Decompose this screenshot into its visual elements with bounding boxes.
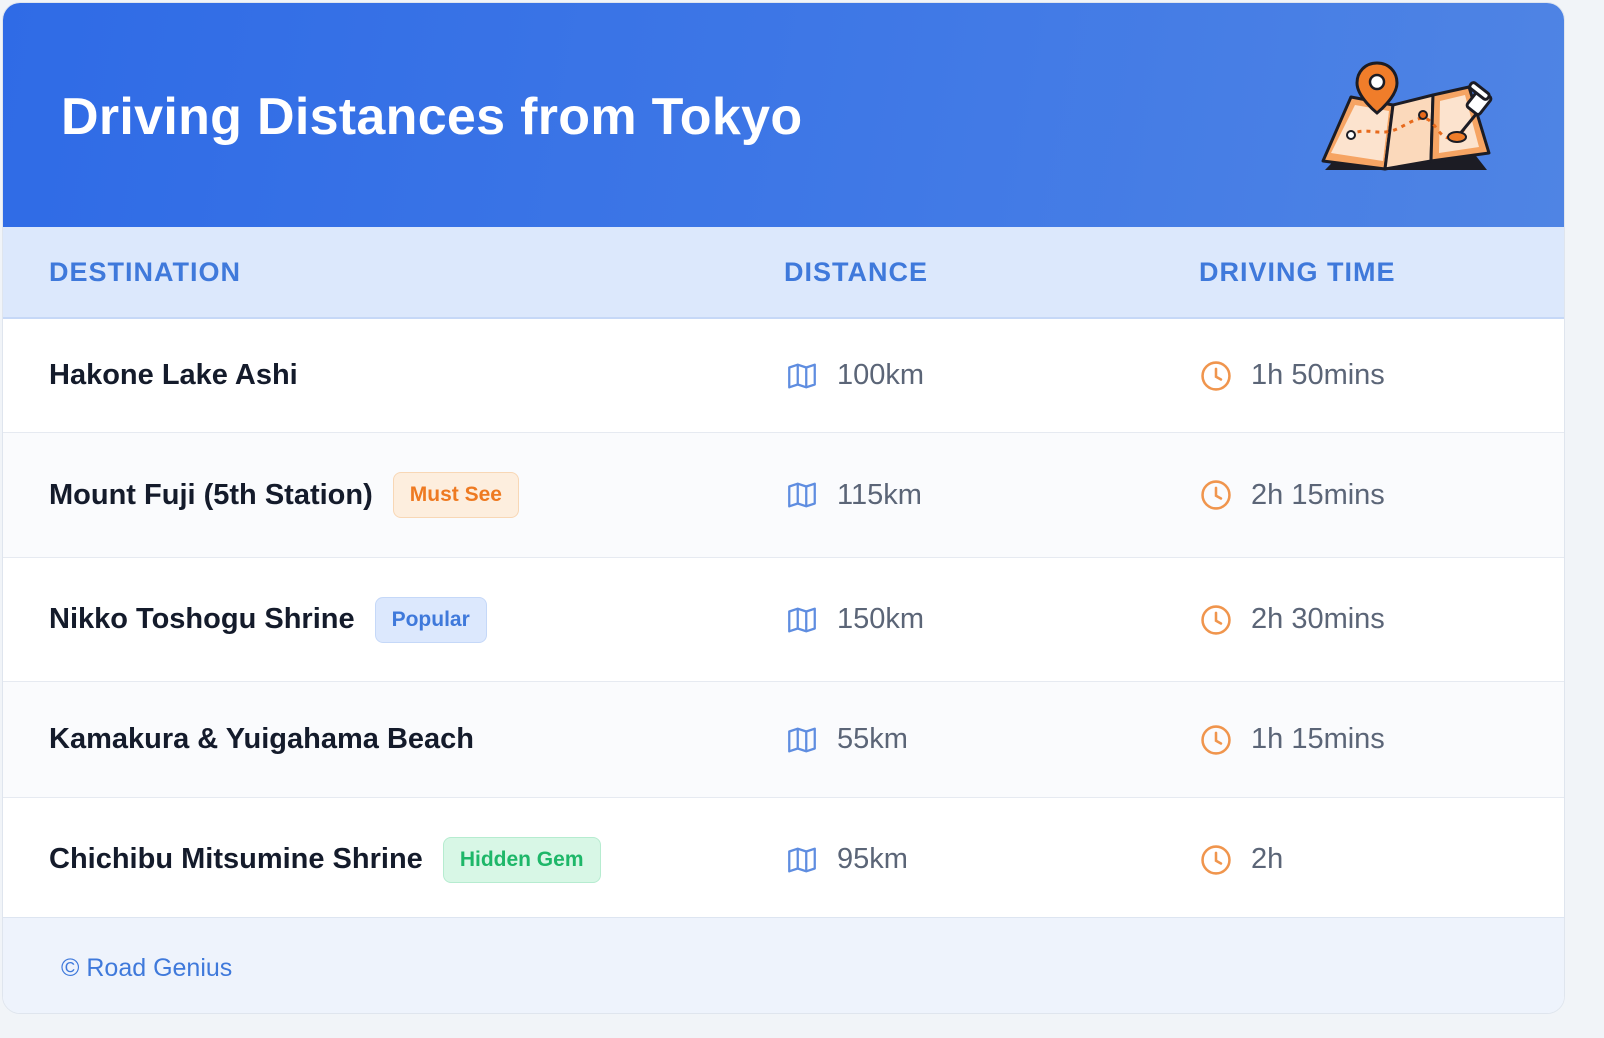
clock-icon — [1201, 604, 1231, 635]
destination-name: Chichibu Mitsumine Shrine — [49, 843, 423, 875]
clock-icon — [1201, 724, 1231, 755]
column-header-driving-time: DRIVING TIME — [1199, 257, 1396, 287]
time-cell: 2h 30mins — [1199, 558, 1385, 681]
footer-credit: © Road Genius — [61, 954, 233, 982]
must-see-badge: Must See — [392, 472, 519, 518]
distance-table-card: Driving Distances from Tokyo DESTINATION… — [2, 2, 1565, 1014]
destination-cell: Chichibu Mitsumine Shrine Hidden Gem — [49, 798, 601, 921]
time-value: 2h 30mins — [1251, 603, 1385, 635]
map-icon — [788, 482, 816, 508]
footer: © Road Genius — [3, 917, 1564, 1013]
page-title: Driving Distances from Tokyo — [61, 88, 803, 146]
clock-icon — [1201, 844, 1231, 875]
time-cell: 2h 15mins — [1199, 433, 1385, 557]
time-cell: 1h 50mins — [1199, 319, 1385, 432]
destination-cell: Hakone Lake Ashi — [49, 319, 298, 432]
popular-badge: Popular — [374, 596, 487, 643]
distance-cell: 55km — [785, 682, 908, 797]
distance-value: 150km — [837, 603, 925, 635]
table-row: Chichibu Mitsumine Shrine Hidden Gem 95k… — [3, 798, 1564, 921]
map-icon — [788, 847, 816, 872]
column-header-distance: DISTANCE — [784, 257, 929, 287]
destination-name: Hakone Lake Ashi — [49, 359, 298, 391]
time-value: 1h 50mins — [1251, 359, 1385, 391]
time-cell: 1h 15mins — [1199, 682, 1385, 797]
destination-cell: Kamakura & Yuigahama Beach — [49, 682, 474, 797]
table-row: Hakone Lake Ashi 100km 1h 50mins — [3, 319, 1564, 433]
table-header: DESTINATION DISTANCE DRIVING TIME — [3, 227, 1564, 319]
clock-icon — [1201, 360, 1231, 391]
column-header-destination: DESTINATION — [49, 257, 241, 287]
destination-name: Mount Fuji (5th Station) — [49, 478, 373, 511]
time-value: 2h — [1251, 843, 1284, 875]
destination-cell: Nikko Toshogu Shrine Popular — [49, 558, 487, 681]
table-row: Kamakura & Yuigahama Beach 55km 1h 15min… — [3, 682, 1564, 798]
distance-cell: 100km — [785, 319, 924, 432]
clock-icon — [1201, 480, 1231, 510]
hidden-gem-badge: Hidden Gem — [442, 836, 601, 883]
destination-cell: Mount Fuji (5th Station) Must See — [49, 433, 519, 557]
distance-value: 95km — [837, 843, 908, 875]
distance-value: 115km — [837, 478, 922, 511]
distance-cell: 115km — [785, 433, 922, 557]
table-row: Mount Fuji (5th Station) Must See 115km … — [3, 433, 1564, 558]
map-icon — [788, 363, 816, 388]
map-icon — [788, 727, 816, 752]
folded-map-with-pins-icon — [1321, 61, 1493, 171]
destination-name: Kamakura & Yuigahama Beach — [49, 723, 474, 755]
distance-value: 100km — [837, 359, 925, 391]
destination-name: Nikko Toshogu Shrine — [49, 603, 355, 635]
distance-cell: 95km — [785, 798, 908, 921]
header: Driving Distances from Tokyo — [3, 3, 1564, 227]
time-value: 1h 15mins — [1251, 723, 1385, 755]
time-value: 2h 15mins — [1251, 478, 1385, 511]
map-icon — [788, 607, 816, 632]
distance-value: 55km — [837, 723, 908, 755]
table-row: Nikko Toshogu Shrine Popular 150km 2h 30… — [3, 558, 1564, 682]
distance-cell: 150km — [785, 558, 924, 681]
time-cell: 2h — [1199, 798, 1283, 921]
